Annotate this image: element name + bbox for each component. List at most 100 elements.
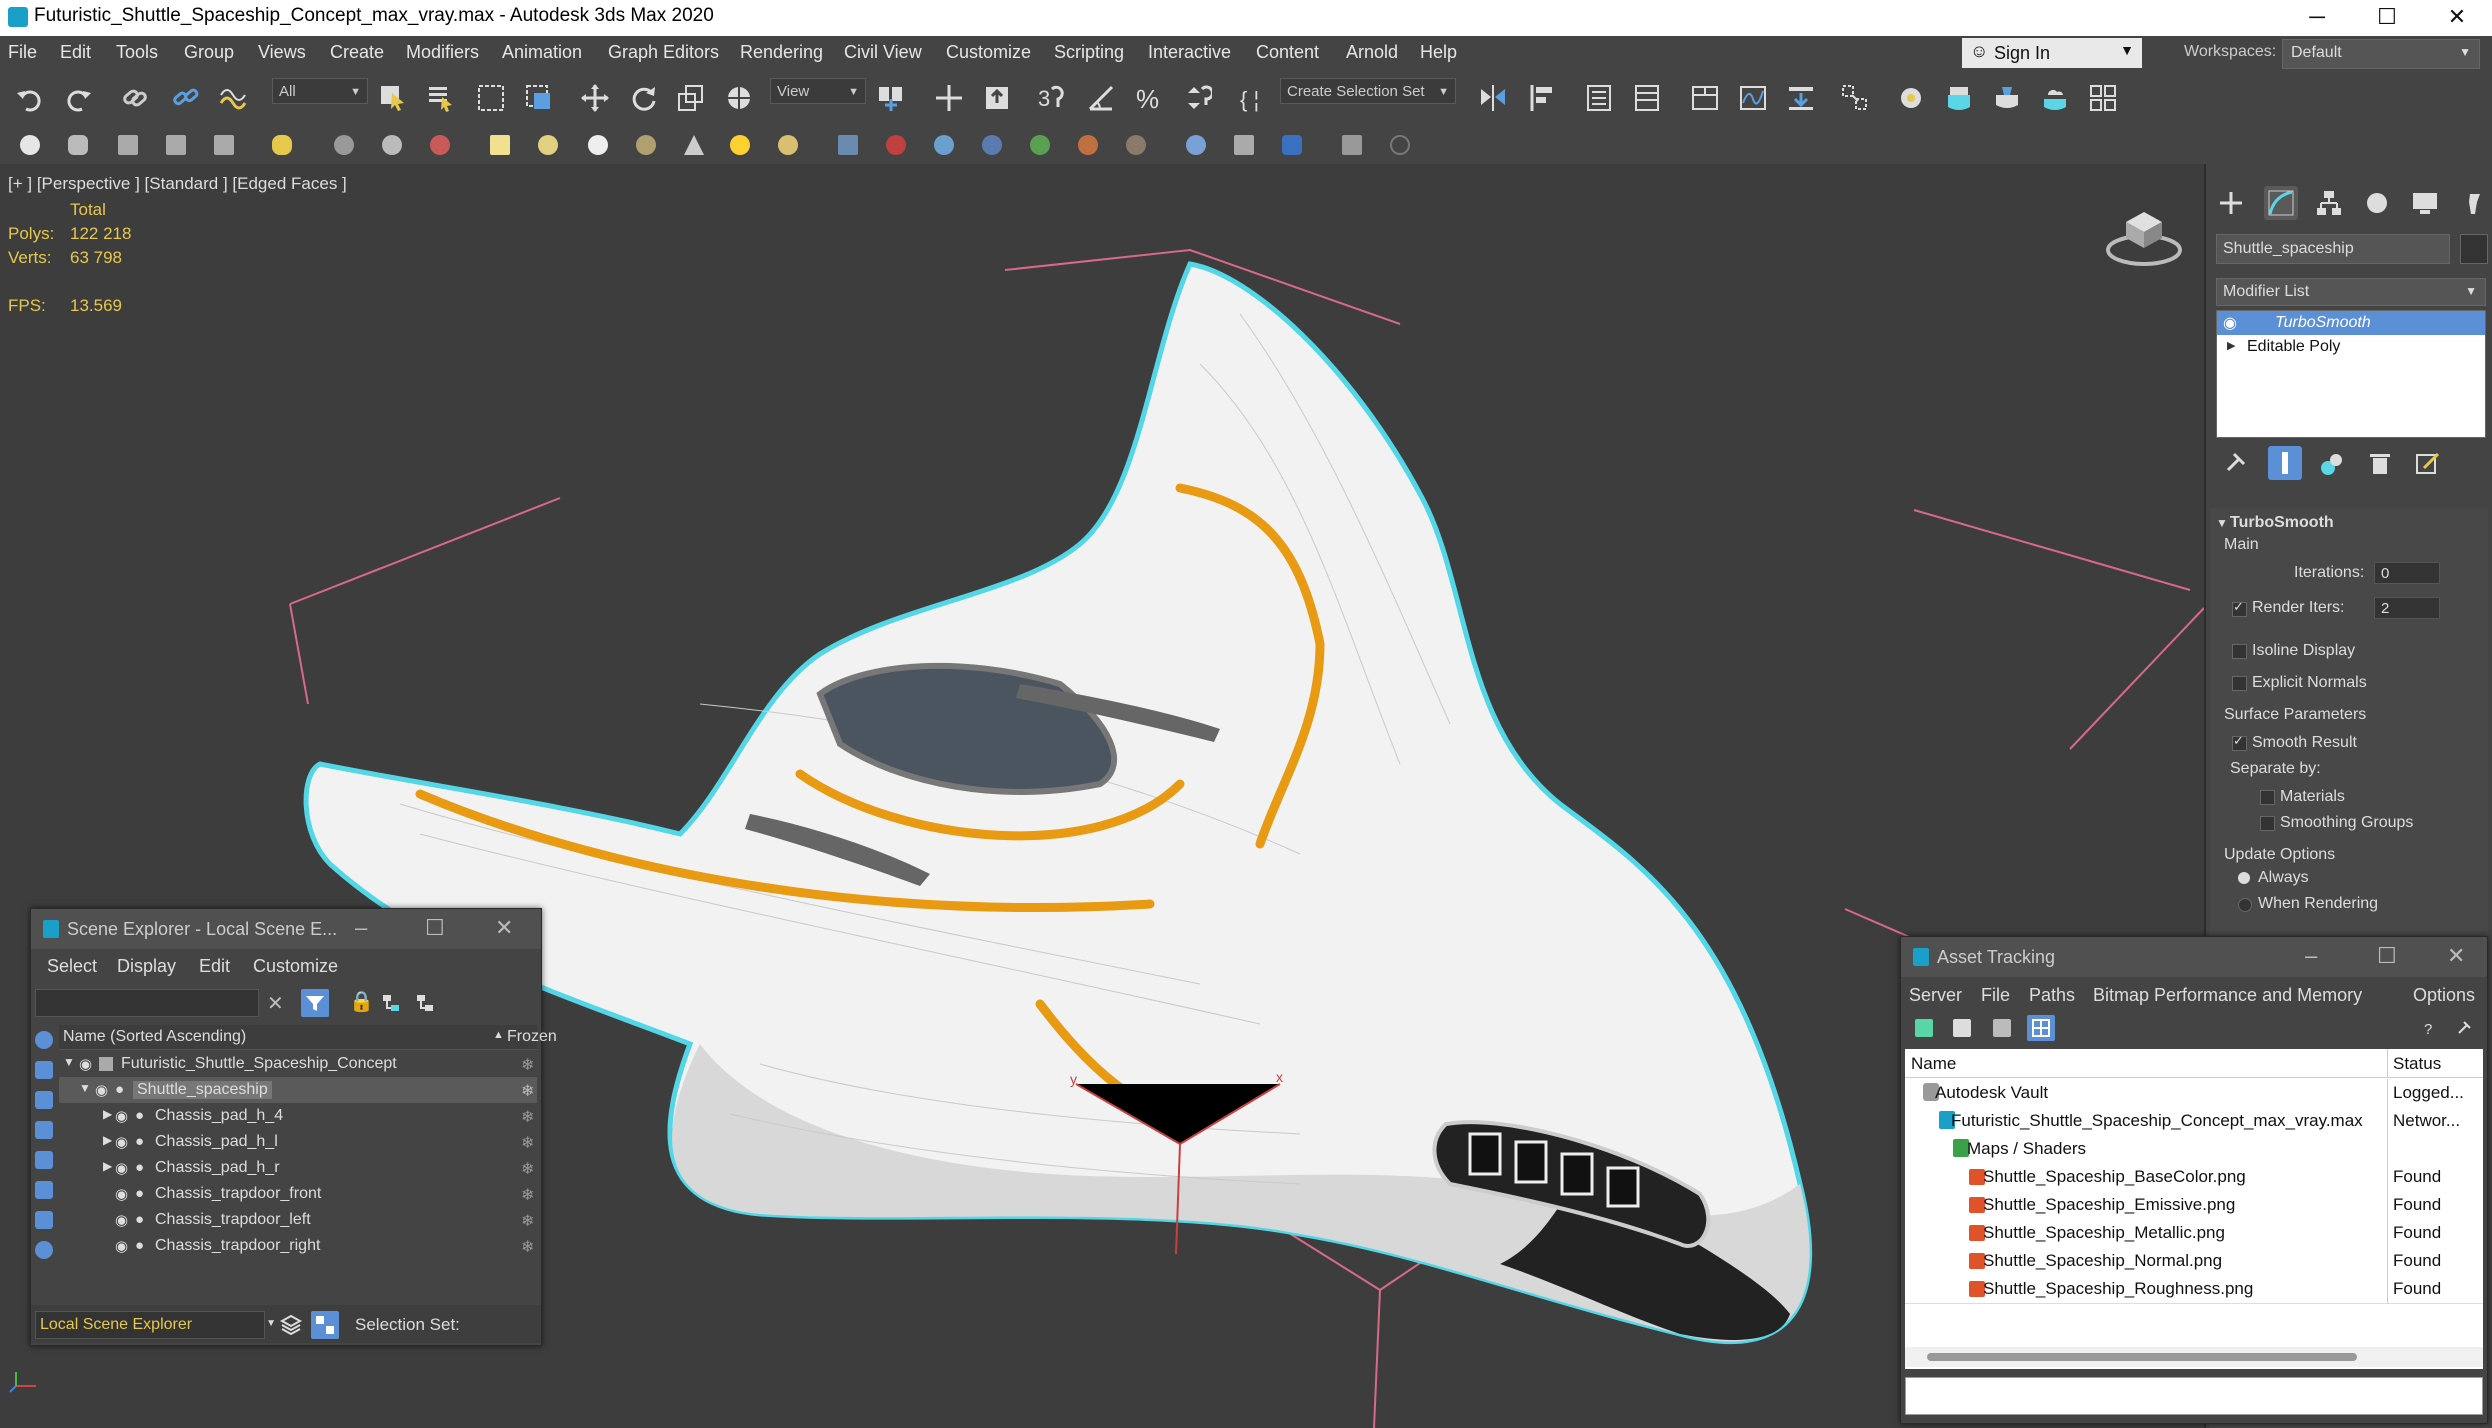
chevron-right-icon[interactable]: ▶ [2227, 339, 2235, 352]
menu-create[interactable]: Create [330, 42, 384, 63]
asset-column-status[interactable]: Status [2393, 1054, 2441, 1074]
render-production-icon[interactable] [1992, 83, 2022, 113]
asset-menu-server[interactable]: Server [1909, 985, 1962, 1006]
object-name-field[interactable]: Shuttle_spaceship [2216, 234, 2450, 264]
menu-scripting[interactable]: Scripting [1054, 42, 1124, 63]
render-in-cloud-icon[interactable] [2040, 83, 2070, 113]
asset-row[interactable]: Shuttle_Spaceship_Normal.png Found [1905, 1247, 2483, 1276]
redo-icon[interactable] [64, 83, 94, 113]
scene-explorer-title-bar[interactable]: Scene Explorer - Local Scene E... – ☐ ✕ [31, 909, 541, 949]
tree-row[interactable]: ◉ ● Chassis_trapdoor_right ❄ [59, 1233, 537, 1259]
menu-customize[interactable]: Customize [946, 42, 1031, 63]
select-object-icon[interactable] [378, 83, 408, 113]
modifier-stack[interactable]: ◉ TurboSmooth ▶ Editable Poly [2216, 310, 2486, 438]
menu-content[interactable]: Content [1256, 42, 1319, 63]
asset-row[interactable]: Autodesk Vault Logged... [1905, 1079, 2483, 1108]
minimize-button[interactable]: ─ [2282, 0, 2352, 36]
vray-fur-icon[interactable] [382, 135, 402, 155]
tree-row[interactable]: ◉ ● Chassis_trapdoor_left ❄ [59, 1207, 537, 1233]
sign-in-dropdown[interactable]: ☺ Sign In ▼ [1962, 38, 2142, 68]
tree-row[interactable]: ▶ ◉ ● Chassis_pad_h_l ❄ [59, 1129, 537, 1155]
close-button[interactable]: ✕ [2447, 943, 2465, 969]
material-editor-icon[interactable] [1840, 83, 1870, 113]
object-color-swatch[interactable] [2460, 234, 2488, 264]
create-tab-icon[interactable] [2216, 188, 2246, 218]
help-icon[interactable]: ? [2421, 1019, 2439, 1038]
vray-sun-icon[interactable] [684, 135, 704, 155]
eye-icon[interactable]: ◉ [115, 1185, 128, 1203]
menu-arnold[interactable]: Arnold [1346, 42, 1398, 63]
when-rendering-radio[interactable] [2238, 898, 2252, 912]
eye-icon[interactable]: ◉ [115, 1211, 128, 1229]
vray-material-icon[interactable] [214, 135, 234, 155]
asset-tracking-title-bar[interactable]: Asset Tracking – ☐ ✕ [1901, 937, 2487, 977]
make-unique-icon[interactable] [2318, 450, 2346, 478]
angle-snap-icon[interactable] [1086, 83, 1116, 113]
expand-arrow-icon[interactable]: ▶ [103, 1107, 112, 1121]
display-tab-icon[interactable] [2410, 188, 2440, 218]
keyboard-shortcut-toggle-icon[interactable] [982, 83, 1012, 113]
vray-cloud-icon[interactable] [1282, 135, 1302, 155]
bind-space-warp-icon[interactable] [218, 83, 248, 113]
edit-named-selection-icon[interactable]: { ¦ [1238, 83, 1268, 113]
minimize-button[interactable]: – [2305, 943, 2317, 969]
explicit-normals-checkbox[interactable] [2232, 676, 2247, 691]
maximize-button[interactable]: ☐ [2377, 943, 2397, 969]
workspaces-dropdown[interactable]: Default ▼ [2282, 39, 2480, 69]
vray-frame-buffer-icon[interactable] [118, 135, 138, 155]
remove-modifier-icon[interactable] [2366, 450, 2394, 478]
frozen-icon[interactable]: ❄ [521, 1159, 534, 1179]
smooth-result-checkbox[interactable]: ✓ [2232, 733, 2247, 751]
explorer-type-dropdown[interactable]: Local Scene Explorer ▼ [35, 1311, 276, 1339]
expand-arrow-icon[interactable]: ▼ [63, 1055, 75, 1069]
always-radio[interactable] [2238, 872, 2250, 884]
configure-modifier-sets-icon[interactable] [2414, 450, 2442, 478]
layers-icon[interactable] [279, 1313, 303, 1337]
asset-row[interactable]: Shuttle_Spaceship_Roughness.png Found [1905, 1275, 2483, 1304]
curve-editor-icon[interactable] [1738, 83, 1768, 113]
spinner-snap-icon[interactable] [1182, 83, 1214, 113]
menu-tools[interactable]: Tools [116, 42, 158, 63]
scale-icon[interactable] [676, 83, 706, 113]
isoline-display-checkbox[interactable] [2232, 644, 2247, 659]
menu-rendering[interactable]: Rendering [740, 42, 823, 63]
frozen-icon[interactable]: ❄ [521, 1055, 534, 1075]
expand-arrow-icon[interactable]: ▼ [79, 1081, 91, 1095]
scene-explorer-menu-display[interactable]: Display [117, 956, 176, 977]
tree-row[interactable]: ▼ ◉ Futuristic_Shuttle_Spaceship_Concept… [59, 1051, 537, 1077]
vray-clipper-icon[interactable] [934, 135, 954, 155]
vray-volume-grid-icon[interactable] [1030, 135, 1050, 155]
asset-menu-paths[interactable]: Paths [2029, 985, 2075, 1006]
render-iters-spinner[interactable]: 2 [2374, 597, 2440, 619]
render-iters-checkbox[interactable]: ✓ [2232, 599, 2247, 617]
layer-view-icon[interactable] [415, 993, 435, 1013]
vray-proxy-icon[interactable] [334, 135, 354, 155]
menu-views[interactable]: Views [258, 42, 306, 63]
asset-menu-options[interactable]: Options [2413, 985, 2475, 1006]
link-icon[interactable] [120, 83, 150, 113]
motion-tab-icon[interactable] [2362, 188, 2392, 218]
tree-row[interactable]: ▶ ◉ ● Chassis_pad_h_4 ❄ [59, 1103, 537, 1129]
schematic-view-icon[interactable] [1786, 83, 1816, 113]
vray-toon-icon[interactable] [1126, 135, 1146, 155]
filter-icon[interactable] [301, 989, 329, 1017]
display-lights-icon[interactable] [35, 1091, 53, 1109]
display-cameras-icon[interactable] [35, 1121, 53, 1139]
selection-set-icon[interactable] [311, 1311, 339, 1339]
display-xrefs-icon[interactable] [35, 1241, 53, 1259]
rotate-icon[interactable] [628, 83, 658, 113]
toggle-ribbon-icon[interactable] [1690, 83, 1720, 113]
iterations-spinner[interactable]: 0 [2374, 562, 2440, 584]
eye-icon[interactable]: ◉ [115, 1159, 128, 1177]
frozen-icon[interactable]: ❄ [521, 1133, 534, 1153]
vray-logo-icon[interactable] [20, 135, 40, 155]
vray-environment-fog-icon[interactable] [982, 135, 1002, 155]
place-icon[interactable] [724, 83, 754, 113]
toggle-layer-explorer-icon[interactable] [1632, 83, 1662, 113]
eye-icon[interactable]: ◉ [115, 1237, 128, 1255]
vray-settings-icon[interactable] [1342, 135, 1362, 155]
menu-group[interactable]: Group [184, 42, 234, 63]
refresh-icon[interactable] [1915, 1019, 1933, 1037]
named-selection-set-dropdown[interactable]: Create Selection Set ▼ [1280, 78, 1456, 104]
pin-icon[interactable] [2455, 1019, 2473, 1037]
